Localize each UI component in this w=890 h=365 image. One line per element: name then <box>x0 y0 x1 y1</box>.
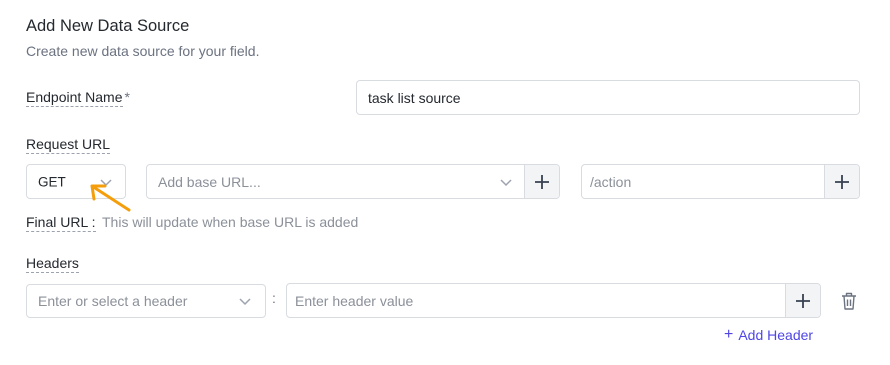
request-url-label: Request URL <box>26 136 111 154</box>
plus-icon <box>535 174 549 189</box>
path-placeholder: /action <box>590 173 632 190</box>
chevron-down-icon[interactable] <box>499 177 513 187</box>
endpoint-name-value: task list source <box>368 89 461 106</box>
endpoint-name-input[interactable]: task list source <box>356 80 860 115</box>
path-input[interactable]: /action <box>581 164 860 199</box>
base-url-select[interactable]: Add base URL... <box>146 164 560 199</box>
headers-label-text: Headers <box>26 255 79 273</box>
base-url-placeholder: Add base URL... <box>158 173 261 190</box>
add-header-value-button[interactable] <box>785 284 820 317</box>
endpoint-name-label: Endpoint Name * <box>26 89 130 107</box>
header-value-input[interactable]: Enter header value <box>286 283 821 318</box>
pointer-arrow-icon <box>90 184 131 212</box>
dialog-subtitle: Create new data source for your field. <box>26 43 260 59</box>
final-url-label-text: Final URL : <box>26 214 96 232</box>
header-separator: : <box>272 290 276 306</box>
add-header-label: Add Header <box>738 327 814 343</box>
plus-icon: + <box>724 326 734 343</box>
add-base-url-button[interactable] <box>524 165 559 198</box>
final-url-label: Final URL : <box>26 214 96 232</box>
endpoint-name-label-text: Endpoint Name <box>26 89 123 107</box>
required-mark: * <box>124 89 130 105</box>
request-url-label-text: Request URL <box>26 136 111 154</box>
header-key-placeholder: Enter or select a header <box>38 293 188 309</box>
plus-icon <box>796 293 810 308</box>
header-value-placeholder: Enter header value <box>295 292 414 309</box>
add-path-button[interactable] <box>824 165 859 198</box>
method-value: GET <box>38 174 66 189</box>
final-url-value: This will update when base URL is added <box>102 214 359 230</box>
plus-icon <box>835 174 849 189</box>
add-header-button[interactable]: + Add Header <box>724 326 814 344</box>
chevron-down-icon[interactable] <box>238 296 252 306</box>
headers-label: Headers <box>26 255 79 273</box>
header-key-select[interactable]: Enter or select a header <box>26 284 266 318</box>
dialog-title: Add New Data Source <box>26 17 190 35</box>
trash-icon[interactable] <box>840 291 858 311</box>
